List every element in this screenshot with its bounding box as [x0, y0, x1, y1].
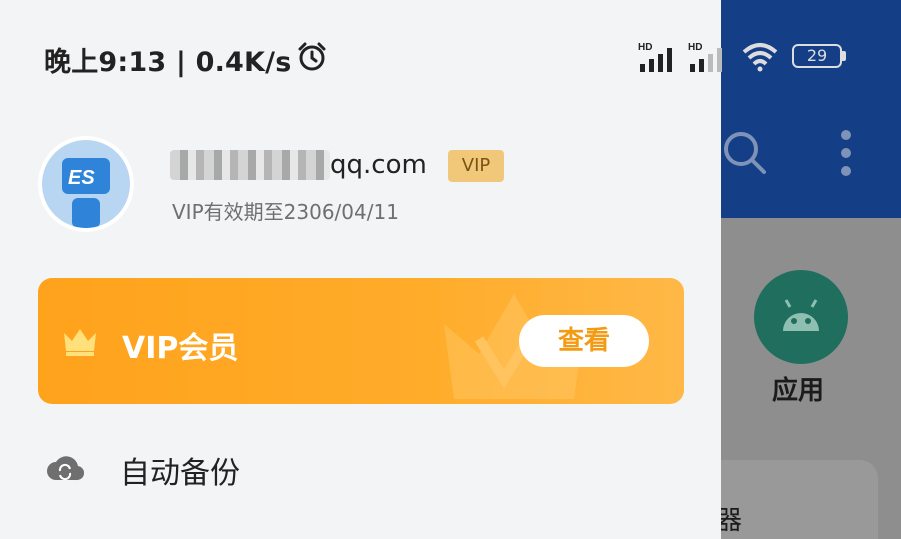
wifi-icon — [742, 43, 778, 72]
battery-indicator: 29 — [792, 44, 846, 68]
search-icon[interactable] — [722, 130, 768, 176]
alarm-icon — [298, 42, 326, 71]
more-options-icon[interactable] — [836, 128, 856, 178]
battery-level: 29 — [806, 46, 828, 65]
svg-text:HD: HD — [638, 42, 652, 53]
crown-icon — [64, 329, 96, 356]
cloud-sync-icon — [47, 456, 84, 481]
app-label: 应用 — [772, 376, 825, 406]
vip-expire-text: VIP有效期至2306/04/11 — [172, 200, 399, 224]
menu-item-auto-backup[interactable]: 自动备份 — [38, 440, 684, 500]
svg-text:HD: HD — [688, 42, 702, 53]
signal-hd-icon: HD — [688, 42, 722, 72]
vip-banner[interactable]: VIP会员 查看 — [38, 278, 684, 404]
email-blurred-region — [170, 150, 330, 180]
avatar[interactable]: ES — [38, 136, 134, 232]
view-vip-button[interactable]: 查看 — [519, 315, 649, 367]
signal-hd-icon: HD — [638, 42, 672, 72]
android-app-icon[interactable] — [754, 270, 848, 364]
vip-badge: VIP — [448, 150, 504, 182]
status-time: 晚上9:13 | 0.4K/s — [44, 47, 292, 78]
menu-item-label: 自动备份 — [120, 456, 240, 491]
svg-text:ES: ES — [68, 167, 95, 189]
vip-title: VIP会员 — [122, 331, 239, 366]
avatar-es-icon: ES — [62, 158, 110, 228]
